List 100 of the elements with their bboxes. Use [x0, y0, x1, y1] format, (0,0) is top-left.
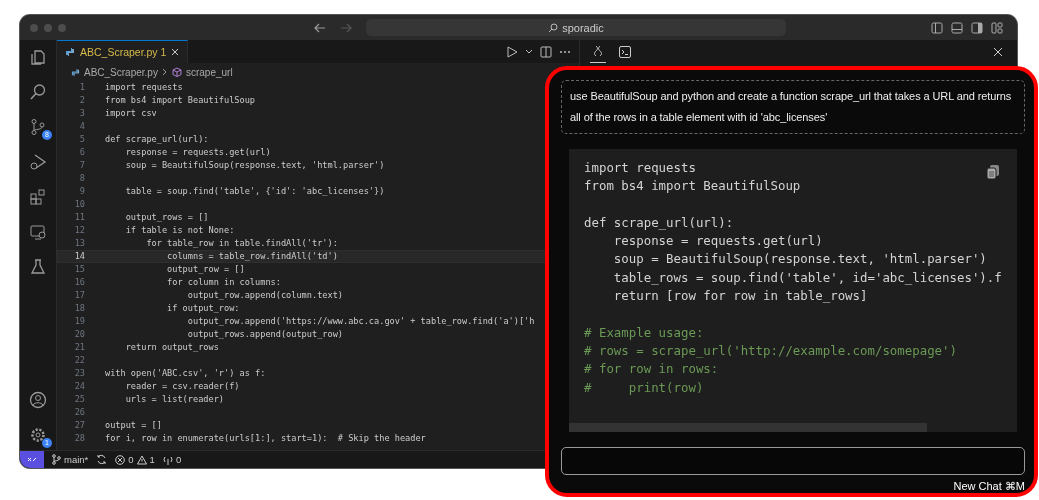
close-icon[interactable] — [171, 48, 180, 56]
line-number: 18 — [73, 302, 85, 315]
code-line: output_row.append(column.text) — [186, 289, 343, 302]
code-line: output = [] — [105, 419, 162, 432]
more-icon[interactable] — [559, 49, 571, 54]
editor-tab[interactable]: ABC_Scraper.py 1 — [57, 40, 189, 63]
search-icon[interactable] — [29, 83, 47, 101]
ports-status[interactable]: 0 — [162, 454, 182, 465]
line-number: 12 — [73, 224, 85, 237]
warning-icon — [136, 454, 147, 465]
line-number: 26 — [73, 406, 85, 419]
code-line: from bs4 import BeautifulSoup — [105, 94, 256, 107]
files-icon[interactable] — [29, 48, 47, 66]
line-number: 21 — [73, 341, 85, 354]
search-field[interactable]: sporadic — [366, 19, 786, 36]
code-comment: # rows = scrape_url('http://example.com/somepage') — [584, 342, 957, 358]
antenna-icon — [162, 454, 173, 465]
line-number: 15 — [73, 263, 85, 276]
scrollbar-thumb[interactable] — [569, 423, 927, 433]
branch-icon — [52, 454, 61, 465]
search-icon — [548, 22, 559, 33]
back-arrow-icon[interactable] — [314, 22, 326, 33]
code-line: table = soup.find('table', {'id': 'abc_licenses'}) — [124, 185, 385, 198]
chat-icon — [593, 45, 603, 57]
breadcrumb-item[interactable]: ABC_Scraper.py — [84, 66, 158, 78]
breadcrumb-item[interactable]: scrape_url — [185, 66, 233, 78]
line-number: 13 — [73, 237, 85, 250]
extensions-icon[interactable] — [29, 188, 47, 206]
code-line: output_rows = [] — [124, 211, 209, 224]
line-number: 2 — [78, 94, 85, 107]
line-number: 24 — [73, 380, 85, 393]
monitor-icon[interactable] — [29, 223, 47, 241]
account-icon[interactable] — [29, 391, 47, 409]
prompt-message: use BeautifulSoup and python and create a function scrape_url that takes a URL and returns all of the rows in a table element with id 'abc_licenses' — [561, 80, 1025, 134]
line-number: 5 — [78, 133, 85, 146]
layout-icon[interactable] — [991, 21, 1003, 34]
sync-icon[interactable] — [96, 454, 108, 465]
settings-icon[interactable] — [29, 426, 47, 444]
run-icon[interactable] — [506, 45, 518, 58]
line-number: 3 — [78, 107, 85, 120]
code-comment: # for row in rows: — [584, 361, 719, 377]
line-number: 25 — [73, 393, 85, 406]
flask-icon[interactable] — [29, 258, 47, 276]
code-line: reader = csv.reader(f) — [124, 380, 240, 393]
new-chat-link[interactable]: New Chat ⌘M — [953, 480, 1025, 493]
code-line: def scrape_url(url): — [105, 133, 209, 146]
line-number: 8 — [78, 172, 85, 185]
terminal-icon — [619, 45, 631, 58]
line-number: 14 — [73, 250, 85, 263]
code-line: return output_rows — [124, 341, 219, 354]
line-number: 16 — [73, 276, 85, 289]
code-line: urls = list(reader) — [124, 393, 224, 406]
code-line: if table is not None: — [124, 224, 235, 237]
code-line: table_rows = soup.find('table', id='abc_licenses').f — [612, 269, 1002, 285]
branch-icon[interactable] — [29, 118, 47, 136]
code-line: import csv — [105, 107, 157, 120]
run-debug-icon[interactable] — [29, 153, 47, 171]
close-icon[interactable] — [993, 46, 1003, 57]
line-number: 20 — [73, 328, 85, 341]
line-number: 4 — [78, 120, 85, 133]
line-number: 1 — [78, 81, 85, 94]
split-editor-icon[interactable] — [540, 45, 552, 58]
branch-status[interactable]: main* — [52, 454, 89, 465]
line-number: 9 — [78, 185, 85, 198]
code-line: soup = BeautifulSoup(response.text, 'html.parser') — [612, 251, 987, 267]
code-line: if output_row: — [166, 302, 240, 315]
python-file-icon — [71, 67, 80, 77]
python-file-icon — [65, 47, 75, 57]
line-number: 11 — [73, 211, 85, 224]
code-line: output_row = [] — [166, 263, 245, 276]
code-line: import requests — [105, 81, 183, 94]
cube-icon — [171, 67, 182, 77]
chevron-down-icon[interactable] — [525, 47, 533, 56]
code-line: for i, row in enumerate(urls[1:], start=1): # Skip the header — [105, 432, 426, 445]
panel-toggle-icon[interactable] — [951, 21, 963, 34]
remote-button[interactable] — [20, 451, 44, 468]
copy-icon[interactable] — [986, 164, 1000, 180]
code-comment: # print(row) — [584, 379, 704, 395]
code-line: response = requests.get(url) — [612, 233, 823, 249]
line-number: 6 — [78, 146, 85, 159]
code-line: import requests — [584, 160, 696, 175]
code-line: output_rows.append(output_row) — [186, 328, 343, 341]
code-line: response = requests.get(url) — [124, 146, 271, 159]
line-number: 28 — [73, 432, 85, 445]
problems-status[interactable]: 0 1 — [115, 454, 155, 465]
chat-input-field[interactable] — [561, 447, 1025, 475]
line-number: 27 — [73, 419, 85, 432]
line-number: 19 — [73, 315, 85, 328]
chevron-right-icon — [161, 68, 168, 76]
secondary-sidebar-toggle-icon[interactable] — [971, 21, 983, 34]
code-line: for column in columns: — [166, 276, 281, 289]
code-line: def scrape_url(url): — [584, 214, 734, 230]
sidebar-toggle-icon[interactable] — [931, 21, 943, 34]
code-line: columns = table_row.findAll('td') — [166, 250, 338, 263]
error-icon — [115, 454, 126, 465]
line-number: 23 — [73, 367, 85, 380]
code-line: with open('ABC.csv', 'r') as f: — [105, 367, 266, 380]
code-comment: # Example usage: — [584, 324, 704, 340]
line-number: 7 — [78, 159, 85, 172]
code-line: output_row.append('https://www.abc.ca.gov' + table_row.find('a')['h — [186, 315, 535, 328]
